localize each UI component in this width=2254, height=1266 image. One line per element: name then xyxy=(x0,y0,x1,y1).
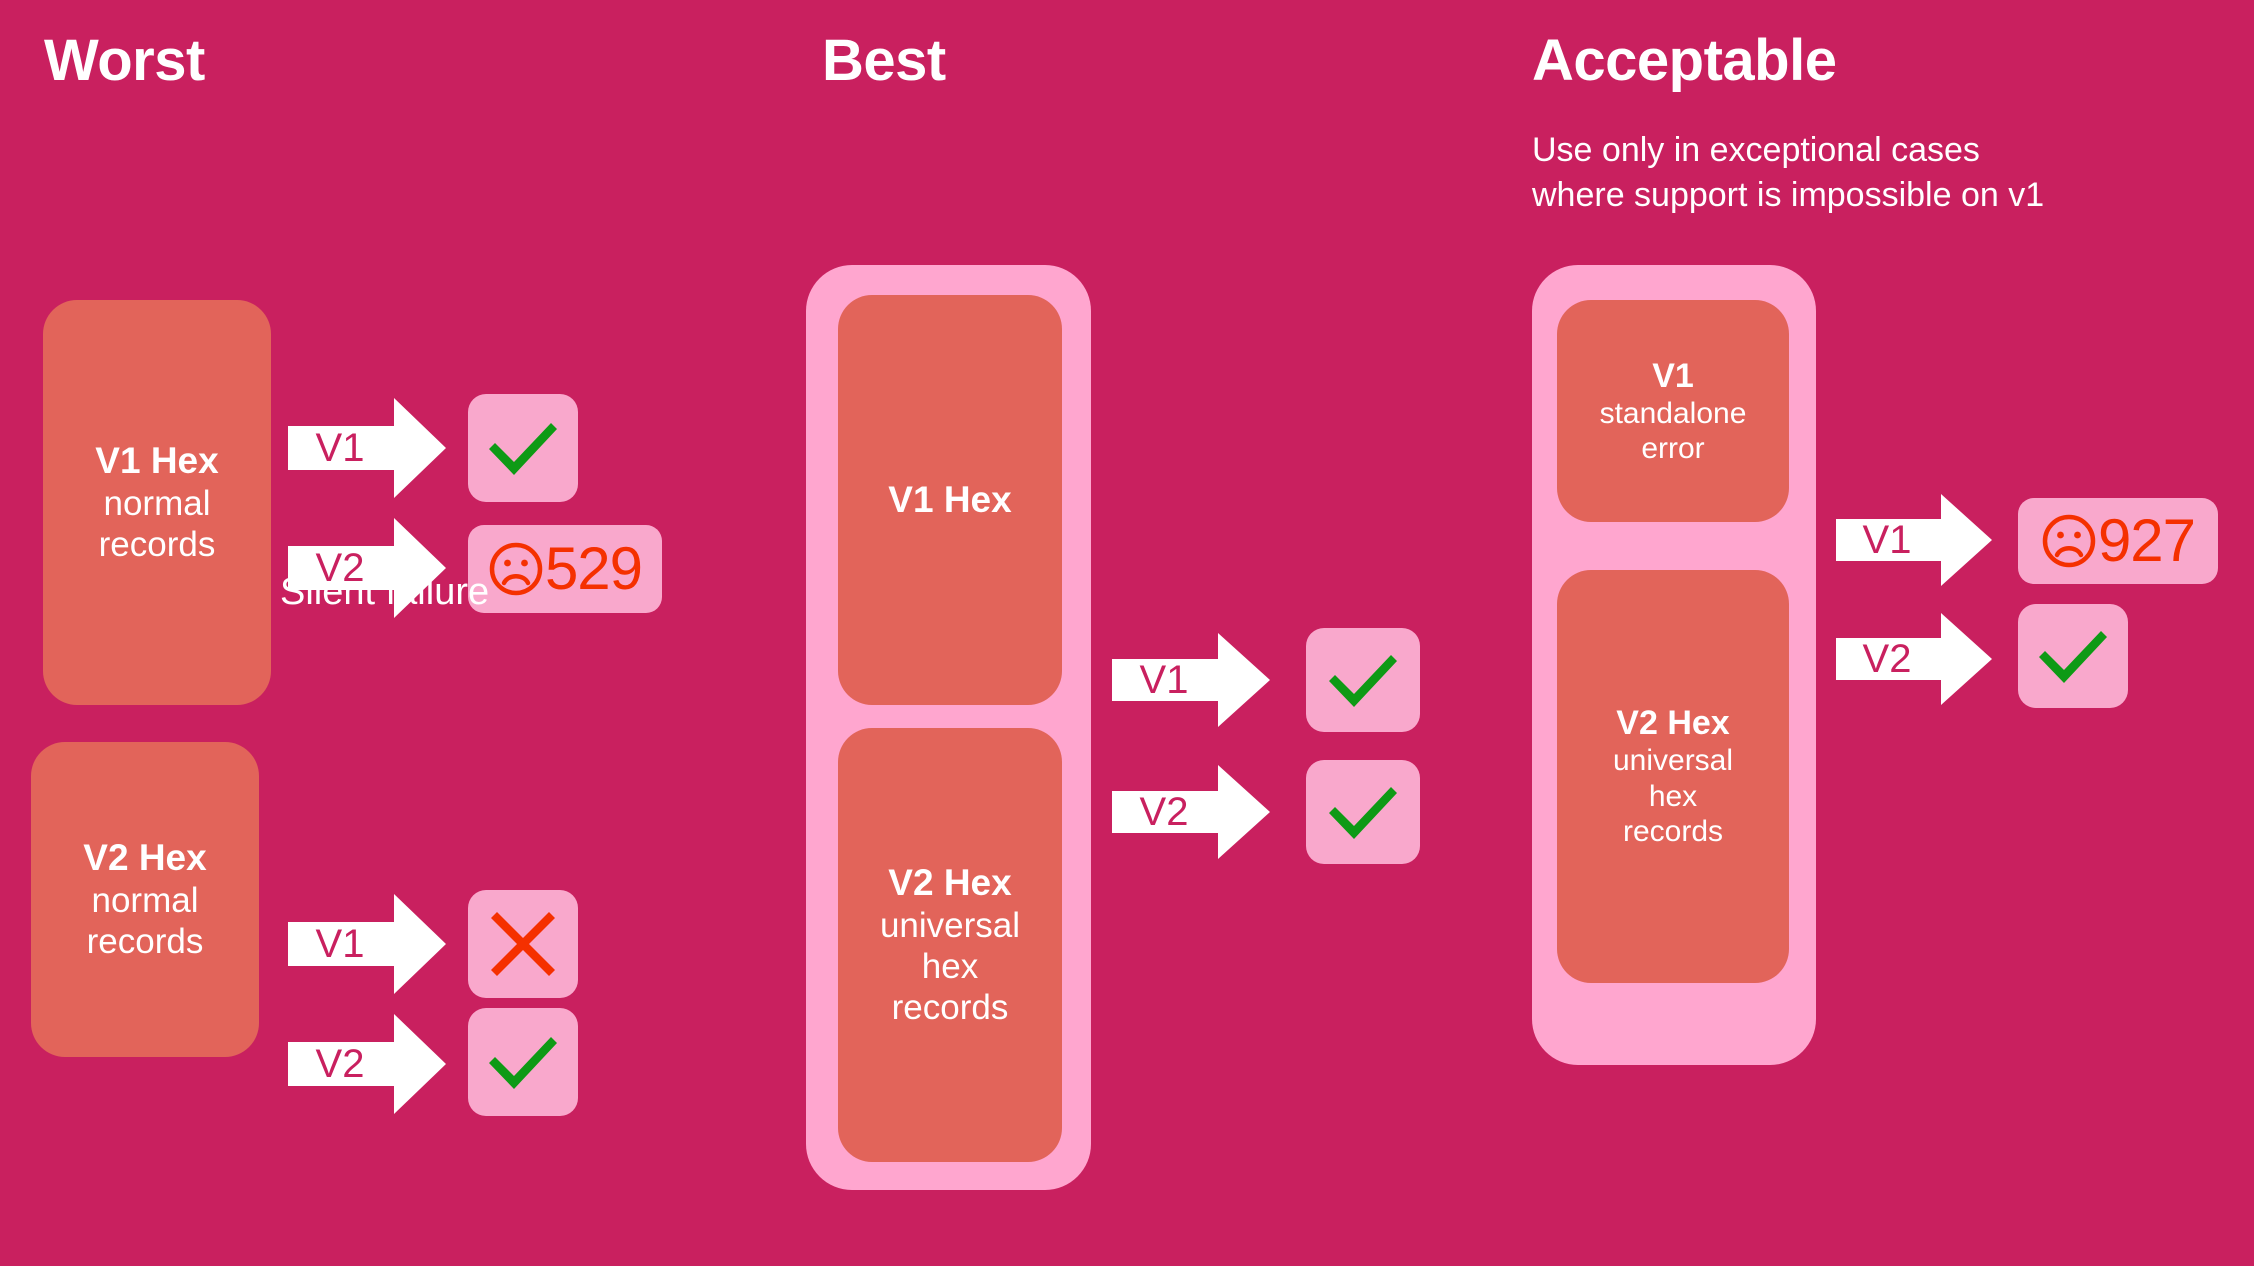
arrow-worst-v2-v2-ghost: V2 xyxy=(288,1014,446,1114)
result-tile-best-v2 xyxy=(1306,760,1420,864)
arrow-acceptable-v2: V2 xyxy=(1836,613,1992,705)
column-title-worst: Worst xyxy=(44,28,205,93)
error-code-display: 529 xyxy=(488,535,643,602)
source-box-subtitle: standalone error xyxy=(1599,396,1747,466)
source-box-title: V2 Hex xyxy=(1616,704,1730,743)
result-tile-best-v1 xyxy=(1306,628,1420,732)
check-mark-icon xyxy=(489,423,557,475)
diagram-canvas: Worst V1 Hex normal records V1 V2 529 Si… xyxy=(0,0,2254,1266)
error-code-display: 927 xyxy=(2041,507,2196,574)
result-tile-worst-v2-v2 xyxy=(468,1008,578,1116)
source-box-subtitle: universal hex records xyxy=(879,905,1021,1028)
source-box-best-v2: V2 Hex universal hex records xyxy=(838,728,1062,1162)
check-mark-icon xyxy=(1329,655,1397,707)
arrow-acceptable-v1: V1 xyxy=(1836,494,1992,586)
source-box-best-v1: V1 Hex xyxy=(838,295,1062,705)
source-box-subtitle: normal records xyxy=(86,881,204,962)
annotation-silent-failure: Silent failure xyxy=(280,571,490,613)
source-box-worst-v2: V2 Hex normal records xyxy=(31,742,259,1057)
result-tile-worst-v1-v2: 529 xyxy=(468,525,662,613)
arrow-best-v1: V1 xyxy=(1112,633,1270,727)
arrow-best-v2: V2 xyxy=(1112,765,1270,859)
source-box-acceptable-v1: V1 standalone error xyxy=(1557,300,1789,522)
result-tile-worst-v2-v1 xyxy=(468,890,578,998)
arrow-shape-icon xyxy=(1112,633,1270,727)
error-code-number: 529 xyxy=(544,535,643,602)
column-title-acceptable: Acceptable xyxy=(1532,28,1837,93)
check-mark-icon xyxy=(1329,787,1397,839)
source-box-title: V2 Hex xyxy=(83,837,207,879)
check-mark-icon xyxy=(489,1037,557,1089)
arrow-shape-icon xyxy=(1836,494,1992,586)
column-subtitle-acceptable: Use only in exceptional cases where supp… xyxy=(1532,131,2045,214)
arrow-worst-v1-v1: V1 xyxy=(288,398,446,498)
frowning-face-icon xyxy=(2042,514,2096,568)
arrow-worst-v2-v1: V1 xyxy=(288,894,446,994)
source-box-title: V1 Hex xyxy=(95,440,219,482)
arrow-shape-icon xyxy=(288,1014,446,1114)
result-tile-acceptable-v2 xyxy=(2018,604,2128,708)
source-box-worst-v1: V1 Hex normal records xyxy=(43,300,271,705)
arrow-shape-icon xyxy=(1112,765,1270,859)
source-box-title: V2 Hex xyxy=(888,862,1012,904)
source-box-acceptable-v2: V2 Hex universal hex records xyxy=(1557,570,1789,983)
source-box-title: V1 Hex xyxy=(888,479,1012,521)
arrow-shape-icon xyxy=(288,894,446,994)
cross-mark-icon xyxy=(491,912,555,976)
source-box-title: V1 xyxy=(1652,356,1694,395)
source-box-subtitle: universal hex records xyxy=(1612,744,1734,849)
frowning-face-icon xyxy=(489,542,543,596)
arrow-shape-icon xyxy=(288,398,446,498)
result-tile-worst-v1-v1 xyxy=(468,394,578,502)
result-tile-acceptable-v1: 927 xyxy=(2018,498,2218,584)
arrow-shape-icon xyxy=(1836,613,1992,705)
column-title-best: Best xyxy=(822,28,946,93)
source-box-subtitle: normal records xyxy=(98,484,216,565)
error-code-number: 927 xyxy=(2097,507,2196,574)
check-mark-icon xyxy=(2039,631,2107,683)
